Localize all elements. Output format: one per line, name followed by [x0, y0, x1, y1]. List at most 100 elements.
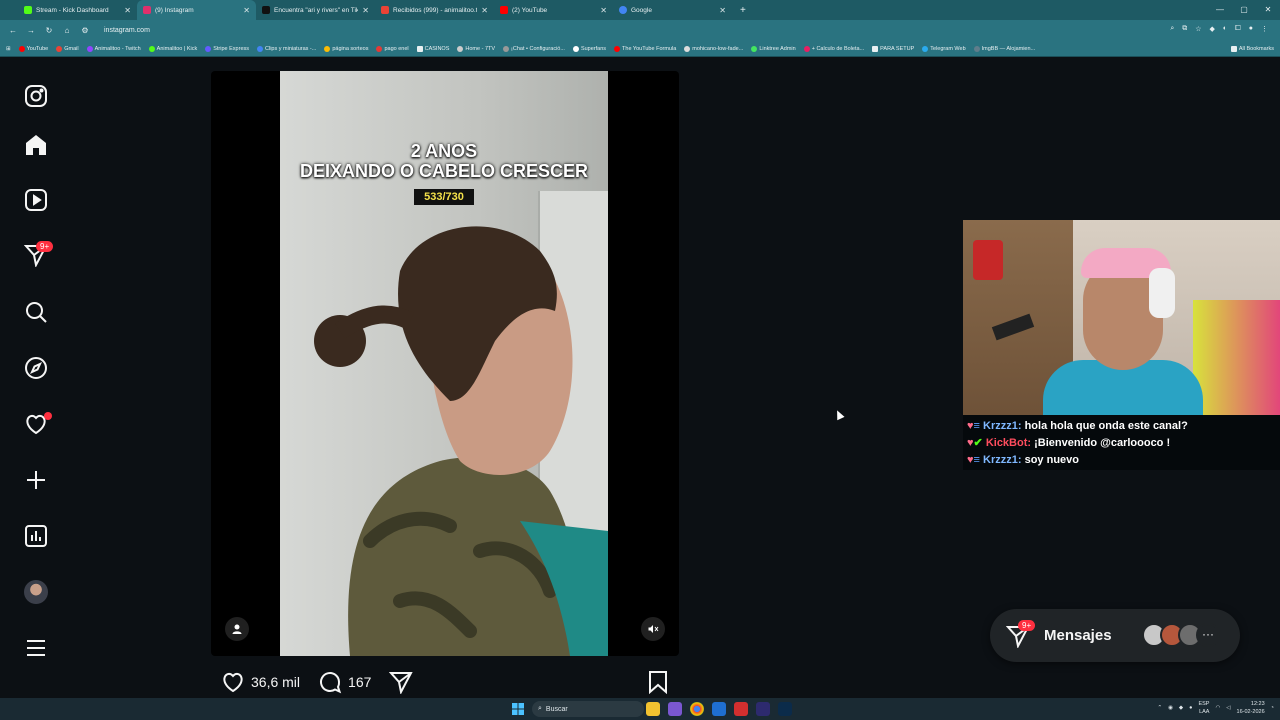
bookmark-folder[interactable]: CASINOS: [416, 45, 449, 52]
tagged-user-icon[interactable]: [225, 617, 249, 641]
extensions-puzzle-icon[interactable]: ⧠: [1235, 25, 1241, 33]
home-browser-icon[interactable]: ⌂: [62, 26, 72, 35]
messages-badge: 9+: [36, 241, 54, 252]
premiere-icon[interactable]: [756, 702, 770, 716]
tab-gmail[interactable]: Recibidos (999) - animalitoo.t... ✕: [375, 0, 494, 20]
bookmark-item[interactable]: Stripe Express: [205, 45, 249, 52]
reel-video[interactable]: 2 ANOS DEIXANDO O CABELO CRESCER 533/730: [280, 71, 608, 656]
new-tab-button[interactable]: +: [740, 5, 746, 16]
apps-grid-icon[interactable]: ⊞: [6, 46, 11, 52]
taskbar-search[interactable]: ⌕ Buscar: [532, 701, 644, 717]
bookmark-item[interactable]: Clips y miniaturas -...: [257, 45, 316, 52]
file-explorer-icon[interactable]: [646, 702, 660, 716]
wifi-icon[interactable]: ◠: [1215, 705, 1220, 711]
close-tab-icon[interactable]: ✕: [719, 6, 726, 15]
bookmark-item[interactable]: página sorteos: [324, 45, 368, 52]
search-placeholder: Buscar: [545, 705, 568, 713]
tab-instagram[interactable]: (9) Instagram ✕: [137, 0, 256, 20]
home-icon[interactable]: [22, 131, 50, 159]
close-window-icon[interactable]: ✕: [1256, 0, 1280, 20]
chrome-icon[interactable]: [690, 702, 704, 716]
minimize-icon[interactable]: —: [1208, 0, 1232, 20]
save-button[interactable]: [647, 670, 669, 694]
mute-icon[interactable]: [641, 617, 665, 641]
close-tab-icon[interactable]: ✕: [600, 6, 607, 15]
app-icon[interactable]: [668, 702, 682, 716]
back-icon[interactable]: ←: [8, 26, 18, 35]
bookmark-item[interactable]: + Calculo de Boleta...: [803, 45, 864, 52]
close-tab-icon[interactable]: ✕: [243, 6, 250, 15]
tray-app-icon[interactable]: ◆: [1179, 705, 1183, 711]
url-field[interactable]: instagram.com: [104, 27, 1104, 34]
bookmark-item[interactable]: Linktree Admin: [751, 45, 796, 52]
site-info-icon[interactable]: ⚙: [80, 26, 90, 35]
bookmark-folder[interactable]: PARA SETUP: [872, 45, 914, 52]
language-indicator[interactable]: ESP LAA: [1198, 700, 1209, 716]
tab-kick-dashboard[interactable]: Stream - Kick Dashboard ✕: [18, 0, 137, 20]
volume-icon[interactable]: ◁: [1226, 705, 1230, 711]
photoshop-icon[interactable]: [778, 702, 792, 716]
close-tab-icon[interactable]: ✕: [481, 6, 488, 15]
search-icon[interactable]: [22, 298, 50, 326]
clock[interactable]: 12:23 16-02-2026: [1237, 700, 1265, 716]
tab-google[interactable]: Google ✕: [613, 0, 732, 20]
create-icon[interactable]: [22, 466, 50, 494]
bookmark-item[interactable]: ¡Chat • Configuració...: [503, 45, 565, 52]
like-count: 36,6 mil: [251, 674, 301, 690]
mouse-cursor: [833, 408, 845, 421]
message-avatars: ···: [1142, 623, 1220, 647]
zoom-icon[interactable]: ⌕: [1170, 25, 1174, 33]
comment-button[interactable]: 167: [318, 670, 371, 694]
profile-icon[interactable]: ●: [1249, 25, 1253, 33]
bookmark-item[interactable]: The YouTube Formula: [614, 45, 676, 52]
reload-icon[interactable]: ↻: [44, 26, 54, 35]
tab-tiktok[interactable]: Encuentra "ari y rivers" en TikTok ✕: [256, 0, 375, 20]
extension-icon[interactable]: ◆: [1210, 25, 1215, 33]
extension-icon[interactable]: ◐: [1223, 25, 1227, 33]
tray-app-icon[interactable]: ●: [1189, 705, 1192, 711]
overlay-title-line: 2 ANOS: [410, 141, 478, 161]
bookmark-item[interactable]: YouTube: [18, 45, 48, 52]
more-dots-icon[interactable]: ···: [1196, 623, 1220, 647]
bookmark-item[interactable]: Superfans: [572, 45, 606, 52]
maximize-icon[interactable]: ▢: [1232, 0, 1256, 20]
dashboard-icon[interactable]: [22, 522, 50, 550]
reel-player[interactable]: 2 ANOS DEIXANDO O CABELO CRESCER 533/730: [211, 71, 679, 656]
close-tab-icon[interactable]: ✕: [124, 6, 131, 15]
like-button[interactable]: 36,6 mil: [221, 670, 300, 694]
install-icon[interactable]: ⧉: [1182, 25, 1187, 33]
more-menu-icon[interactable]: [22, 634, 50, 662]
share-button[interactable]: [389, 670, 414, 694]
tray-app-icon[interactable]: ◉: [1168, 705, 1173, 711]
tab-title: (9) Instagram: [155, 6, 194, 14]
windows-start-icon[interactable]: [512, 702, 524, 715]
bookmark-item[interactable]: mohicano-low-fade...: [684, 45, 743, 52]
bookmark-item[interactable]: pago enel: [376, 45, 409, 52]
bookmark-item[interactable]: Gmail: [56, 45, 79, 52]
search-icon: ⌕: [538, 705, 542, 712]
app-icon[interactable]: [712, 702, 726, 716]
chevron-up-icon[interactable]: ⌃: [1157, 705, 1162, 711]
notifications-bell-icon[interactable]: ◔: [1271, 705, 1274, 711]
reels-icon[interactable]: [22, 186, 50, 214]
app-icon[interactable]: [734, 702, 748, 716]
browser-menu-icon[interactable]: ⋮: [1261, 25, 1268, 33]
bookmark-item[interactable]: Telegram Web: [922, 45, 966, 52]
profile-avatar[interactable]: [22, 578, 50, 606]
all-bookmarks-folder[interactable]: All Bookmarks: [1230, 45, 1274, 52]
bookmark-item[interactable]: Home - 7TV: [457, 45, 495, 52]
bookmark-item[interactable]: ImgBB — Alojamien...: [973, 45, 1035, 52]
tab-youtube[interactable]: (2) YouTube ✕: [494, 0, 613, 20]
explore-icon[interactable]: [22, 354, 50, 382]
chat-username: KickBot:: [985, 437, 1032, 449]
messages-floating-button[interactable]: 9+ Mensajes ···: [990, 609, 1240, 662]
address-bar-actions: ⌕ ⧉ ☆ ◆ ◐ ⧠ ● ⋮: [1170, 25, 1268, 33]
instagram-logo-icon[interactable]: [22, 82, 50, 110]
messages-label: Mensajes: [1044, 627, 1112, 644]
comment-count: 167: [348, 674, 372, 690]
bookmark-star-icon[interactable]: ☆: [1195, 25, 1201, 33]
bookmark-item[interactable]: Animalitoo | Kick: [148, 45, 197, 52]
close-tab-icon[interactable]: ✕: [362, 6, 369, 15]
forward-icon[interactable]: →: [26, 26, 36, 35]
bookmark-item[interactable]: Animalitoo - Twitch: [86, 45, 141, 52]
